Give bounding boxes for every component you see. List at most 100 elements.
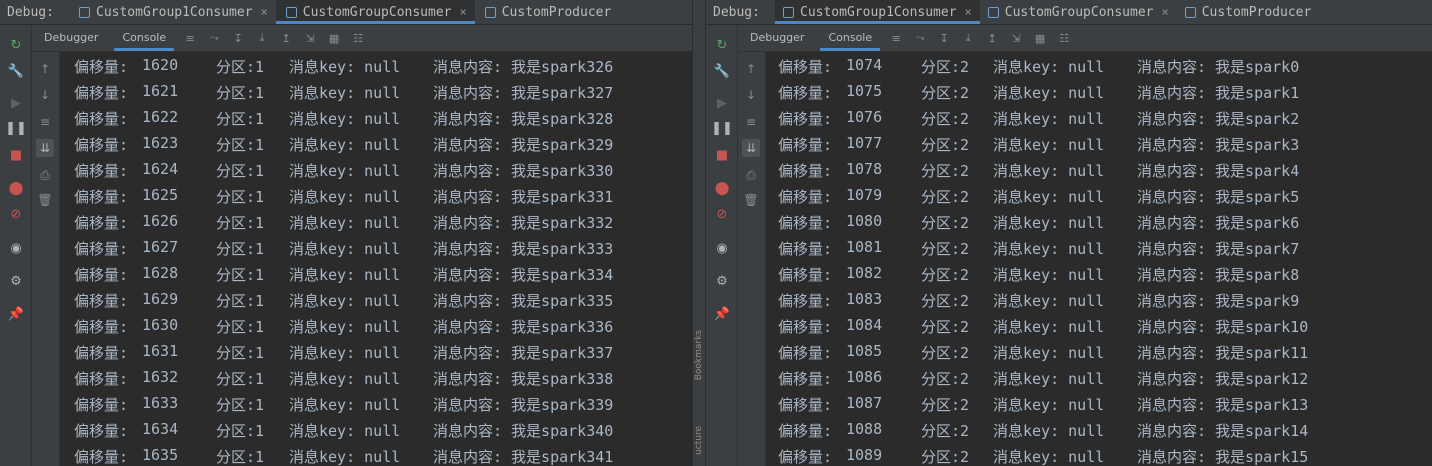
- soft-wrap-icon[interactable]: ≡: [36, 113, 54, 131]
- partition-text: 分区:2: [921, 136, 970, 154]
- trash-icon[interactable]: 🗑: [742, 191, 760, 209]
- stop-icon[interactable]: ■: [714, 148, 730, 164]
- mute-breakpoints-icon[interactable]: ⊘: [8, 207, 24, 223]
- resume-icon[interactable]: ▶: [714, 96, 730, 112]
- offset-value: 1623: [142, 134, 179, 152]
- camera-icon[interactable]: ◉: [714, 241, 730, 257]
- partition-text: 分区:2: [921, 240, 970, 258]
- pin-icon[interactable]: 📌: [8, 307, 24, 323]
- rerun-icon[interactable]: ↻: [8, 38, 24, 54]
- run-to-cursor-icon[interactable]: ⇲: [1008, 30, 1024, 46]
- key-text: 消息key: null: [993, 58, 1105, 76]
- resume-icon[interactable]: ▶: [8, 96, 24, 112]
- content-text: 消息内容: 我是spark341: [433, 448, 614, 466]
- scroll-to-end-icon[interactable]: ⇊: [742, 139, 760, 157]
- step-out-icon[interactable]: ↥: [984, 30, 1000, 46]
- camera-icon[interactable]: ◉: [8, 241, 24, 257]
- content-text: 消息内容: 我是spark12: [1137, 370, 1309, 388]
- pause-icon[interactable]: ❚❚: [711, 121, 733, 137]
- content-text: 消息内容: 我是spark9: [1137, 292, 1300, 310]
- run-to-cursor-icon[interactable]: ⇲: [302, 30, 318, 46]
- tab-console[interactable]: Console: [816, 25, 884, 51]
- tab-debugger[interactable]: Debugger: [738, 25, 816, 51]
- run-config-tab[interactable]: CustomGroupConsumer ×: [980, 0, 1177, 24]
- settings-list-icon[interactable]: ☷: [350, 30, 366, 46]
- scroll-to-end-icon[interactable]: ⇊: [36, 139, 54, 157]
- offset-value: 1077: [846, 134, 883, 152]
- bookmarks-label[interactable]: Bookmarks: [694, 330, 706, 380]
- step-into-icon[interactable]: ⤓: [960, 30, 976, 46]
- key-text: 消息key: null: [289, 318, 401, 336]
- debug-tool-strip: ↻ 🔧 ▶ ❚❚ ■ ⬤ ⊘ ◉ ⚙ 📌: [0, 25, 32, 466]
- menu-icon[interactable]: ≡: [182, 30, 198, 46]
- tab-label: CustomProducer: [1201, 4, 1312, 20]
- mute-breakpoints-icon[interactable]: ⊘: [714, 207, 730, 223]
- tab-label: CustomGroup1Consumer: [96, 4, 253, 20]
- structure-label[interactable]: ucture: [694, 426, 706, 455]
- view-breakpoints-icon[interactable]: ⬤: [8, 181, 24, 197]
- trash-icon[interactable]: 🗑: [36, 191, 54, 209]
- offset-value: 1635: [142, 446, 179, 464]
- scroll-up-icon[interactable]: ↑: [36, 60, 54, 78]
- bookmarks-side-strip[interactable]: Bookmarks ucture: [692, 0, 706, 466]
- tab-console[interactable]: Console: [110, 25, 178, 51]
- gear-icon[interactable]: ⚙: [714, 274, 730, 290]
- content-text: 消息内容: 我是spark326: [433, 58, 614, 76]
- run-config-tab[interactable]: CustomProducer: [1177, 0, 1320, 24]
- rerun-icon[interactable]: ↻: [714, 38, 730, 54]
- print-icon[interactable]: ⎙: [36, 166, 54, 184]
- step-over-icon[interactable]: ↧: [936, 30, 952, 46]
- print-icon[interactable]: ⎙: [742, 166, 760, 184]
- tab-debugger[interactable]: Debugger: [32, 25, 110, 51]
- gear-icon[interactable]: ⚙: [8, 274, 24, 290]
- key-text: 消息key: null: [289, 422, 401, 440]
- step-over-icon[interactable]: ↧: [230, 30, 246, 46]
- partition-text: 分区:2: [921, 110, 970, 128]
- stop-icon[interactable]: ■: [8, 148, 24, 164]
- run-config-tab[interactable]: CustomGroup1Consumer ×: [775, 0, 980, 24]
- menu-icon[interactable]: ≡: [888, 30, 904, 46]
- run-config-tab[interactable]: CustomGroup1Consumer ×: [69, 0, 276, 24]
- offset-label: 偏移量:: [74, 318, 129, 336]
- scroll-down-icon[interactable]: ↓: [742, 86, 760, 104]
- console-tab-icon: [484, 6, 496, 18]
- restore-layout-icon[interactable]: ⤳: [206, 30, 222, 46]
- offset-label: 偏移量:: [74, 292, 129, 310]
- scroll-down-icon[interactable]: ↓: [36, 86, 54, 104]
- view-breakpoints-icon[interactable]: ⬤: [714, 181, 730, 197]
- settings-wrench-icon[interactable]: 🔧: [714, 64, 730, 80]
- console-tab-icon: [987, 6, 999, 18]
- content-text: 消息内容: 我是spark0: [1137, 58, 1300, 76]
- partition-text: 分区:2: [921, 344, 970, 362]
- offset-label: 偏移量:: [778, 84, 833, 102]
- restore-layout-icon[interactable]: ⤳: [912, 30, 928, 46]
- tab-label: CustomProducer: [501, 4, 612, 20]
- settings-wrench-icon[interactable]: 🔧: [8, 64, 24, 80]
- run-config-tab[interactable]: CustomGroupConsumer ×: [275, 0, 475, 24]
- close-icon[interactable]: ×: [965, 5, 972, 19]
- offset-value: 1082: [846, 264, 883, 282]
- settings-list-icon[interactable]: ☷: [1056, 30, 1072, 46]
- offset-label: 偏移量:: [74, 188, 129, 206]
- partition-text: 分区:1: [216, 422, 265, 440]
- close-icon[interactable]: ×: [1162, 5, 1169, 19]
- run-config-tab[interactable]: CustomProducer: [475, 0, 620, 24]
- partition-text: 分区:1: [216, 396, 265, 414]
- pause-icon[interactable]: ❚❚: [5, 121, 27, 137]
- scroll-up-icon[interactable]: ↑: [742, 60, 760, 78]
- console-tab-icon: [783, 6, 794, 18]
- partition-text: 分区:2: [921, 84, 970, 102]
- step-into-icon[interactable]: ⤓: [254, 30, 270, 46]
- close-icon[interactable]: ×: [460, 5, 467, 19]
- debug-label: Debug:: [713, 4, 760, 20]
- evaluate-icon[interactable]: ▦: [1032, 30, 1048, 46]
- partition-text: 分区:1: [216, 318, 265, 336]
- evaluate-icon[interactable]: ▦: [326, 30, 342, 46]
- pin-icon[interactable]: 📌: [714, 307, 730, 323]
- step-out-icon[interactable]: ↥: [278, 30, 294, 46]
- close-icon[interactable]: ×: [261, 5, 268, 19]
- soft-wrap-icon[interactable]: ≡: [742, 113, 760, 131]
- content-text: 消息内容: 我是spark331: [433, 188, 614, 206]
- content-text: 消息内容: 我是spark328: [433, 110, 614, 128]
- offset-value: 1084: [846, 316, 883, 334]
